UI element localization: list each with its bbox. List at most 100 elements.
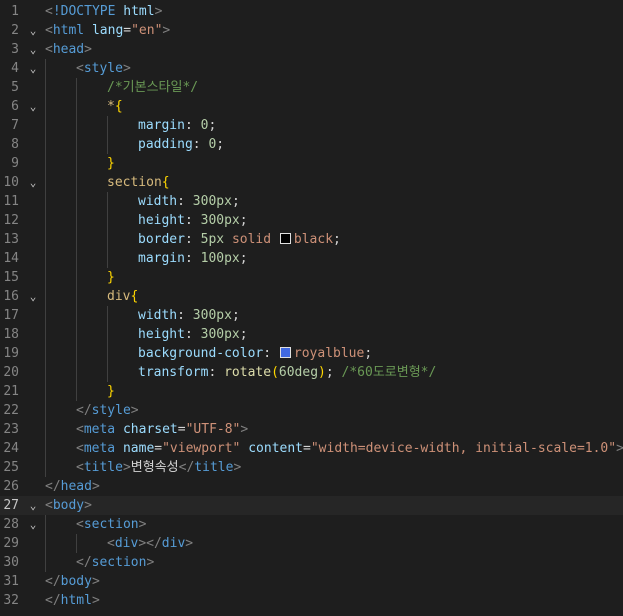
code-token: > — [91, 593, 100, 608]
code-token: = — [154, 441, 163, 456]
fold-chevron-icon[interactable]: ⌄ — [27, 173, 39, 192]
code-token: solid — [231, 232, 272, 247]
code-token: !DOCTYPE — [52, 4, 116, 19]
code-line[interactable]: 18 height: 300px; — [0, 325, 623, 344]
code-line[interactable]: 2 ⌄ <html lang="en"> — [0, 21, 623, 40]
code-token: : — [263, 346, 279, 361]
fold-chevron-icon[interactable]: ⌄ — [27, 515, 39, 534]
code-token: "UTF-8" — [185, 422, 241, 437]
code-token: < — [76, 441, 84, 456]
indent-guide — [76, 287, 77, 306]
code-token: /*기본스타일*/ — [107, 80, 199, 95]
indent-guide — [45, 211, 46, 230]
fold-chevron-icon[interactable]: ⌄ — [27, 21, 39, 40]
code-line[interactable]: 9} — [0, 154, 623, 173]
line-number: 12 — [3, 213, 19, 228]
code-line[interactable]: 10 ⌄ section{ — [0, 173, 623, 192]
color-swatch-icon[interactable] — [279, 233, 291, 244]
line-number: 23 — [3, 422, 19, 437]
code-text: <!DOCTYPE html> — [45, 2, 162, 21]
indent-guide — [45, 268, 46, 287]
code-token: body — [52, 498, 85, 513]
code-token: > — [130, 403, 139, 418]
code-editor[interactable]: 1 <!DOCTYPE html> 2 ⌄ <html lang="en"> 3 ⌄ <hea… — [0, 0, 623, 616]
code-token: title — [83, 460, 123, 475]
code-token: > — [233, 460, 242, 475]
code-token: </ — [45, 574, 61, 589]
code-line[interactable]: 4 ⌄ <style> — [0, 59, 623, 78]
code-line[interactable]: 21} — [0, 382, 623, 401]
code-line[interactable]: 5 /*기본스타일*/ — [0, 78, 623, 97]
code-token: < — [76, 422, 84, 437]
code-text: width: 300px; — [138, 306, 240, 325]
code-line[interactable]: 17 width: 300px; — [0, 306, 623, 325]
code-line[interactable]: 8 padding: 0; — [0, 135, 623, 154]
line-number: 30 — [3, 555, 19, 570]
code-line[interactable]: 11 width: 300px; — [0, 192, 623, 211]
code-token: > — [122, 460, 131, 475]
code-line[interactable]: 7 margin: 0; — [0, 116, 623, 135]
fold-chevron-icon[interactable]: ⌄ — [27, 59, 39, 78]
fold-chevron-icon[interactable]: ⌄ — [27, 496, 39, 515]
code-token: section — [107, 175, 162, 190]
code-line[interactable]: 6 ⌄ *{ — [0, 97, 623, 116]
code-line[interactable]: 14 margin: 100px; — [0, 249, 623, 268]
fold-chevron-icon[interactable]: ⌄ — [27, 287, 39, 306]
fold-chevron-icon[interactable]: ⌄ — [27, 40, 39, 59]
code-text: section{ — [107, 173, 170, 192]
code-line[interactable]: 28 ⌄ <section> — [0, 515, 623, 534]
code-token: < — [76, 460, 84, 475]
line-number: 24 — [3, 441, 19, 456]
indent-guide — [107, 192, 108, 211]
indent-guide — [45, 59, 46, 78]
code-line[interactable]: 22 </style> — [0, 401, 623, 420]
code-line[interactable]: 24 <meta name="viewport" content="width=d… — [0, 439, 623, 458]
color-swatch-icon[interactable] — [279, 347, 291, 358]
line-number: 2 — [11, 23, 19, 38]
indent-guide — [76, 325, 77, 344]
code-token: > — [91, 479, 100, 494]
code-text: <body> — [45, 496, 92, 515]
code-line[interactable]: 27 ⌄ <body> — [0, 496, 623, 515]
code-token: meta — [83, 422, 116, 437]
code-token: 100px — [200, 251, 240, 266]
code-text: <html lang="en"> — [45, 21, 170, 40]
code-line[interactable]: 30 </section> — [0, 553, 623, 572]
code-line[interactable]: 13 border: 5px solid black; — [0, 230, 623, 249]
code-line[interactable]: 16 ⌄ div{ — [0, 287, 623, 306]
indent-guide — [76, 154, 77, 173]
code-token: "width=device-width, initial-scale=1.0" — [310, 441, 617, 456]
code-line[interactable]: 1 <!DOCTYPE html> — [0, 2, 623, 21]
line-number: 11 — [3, 194, 19, 209]
code-token: /*60도로변형*/ — [341, 365, 437, 380]
code-text: *{ — [107, 97, 123, 116]
code-token: 300px — [200, 213, 240, 228]
code-line[interactable]: 32 </html> — [0, 591, 623, 610]
code-line[interactable]: 29 <div></div> — [0, 534, 623, 553]
code-line[interactable]: 19 background-color: royalblue; — [0, 344, 623, 363]
code-line[interactable]: 26 </head> — [0, 477, 623, 496]
code-line[interactable]: 25 <title>변형속성</title> — [0, 458, 623, 477]
code-token: ; — [208, 118, 217, 133]
code-token: = — [177, 422, 186, 437]
code-line[interactable]: 31 </body> — [0, 572, 623, 591]
code-line[interactable]: 15} — [0, 268, 623, 287]
code-token: : — [192, 137, 209, 152]
indent-guide — [107, 135, 108, 154]
code-token: rotate — [224, 365, 272, 380]
code-token: { — [161, 175, 170, 190]
code-line[interactable]: 20 transform: rotate(60deg); /*60도로변형*/ — [0, 363, 623, 382]
indent-guide — [76, 534, 77, 553]
code-token: = — [123, 23, 132, 38]
code-token: ; — [216, 137, 225, 152]
fold-chevron-icon[interactable]: ⌄ — [27, 97, 39, 116]
code-token: : — [184, 118, 201, 133]
code-token: padding — [138, 137, 193, 152]
code-text: <meta charset="UTF-8"> — [76, 420, 248, 439]
indent-guide — [76, 135, 77, 154]
code-line[interactable]: 23 <meta charset="UTF-8"> — [0, 420, 623, 439]
code-line[interactable]: 12 height: 300px; — [0, 211, 623, 230]
code-line[interactable]: 3 ⌄ <head> — [0, 40, 623, 59]
line-number: 5 — [11, 80, 19, 95]
